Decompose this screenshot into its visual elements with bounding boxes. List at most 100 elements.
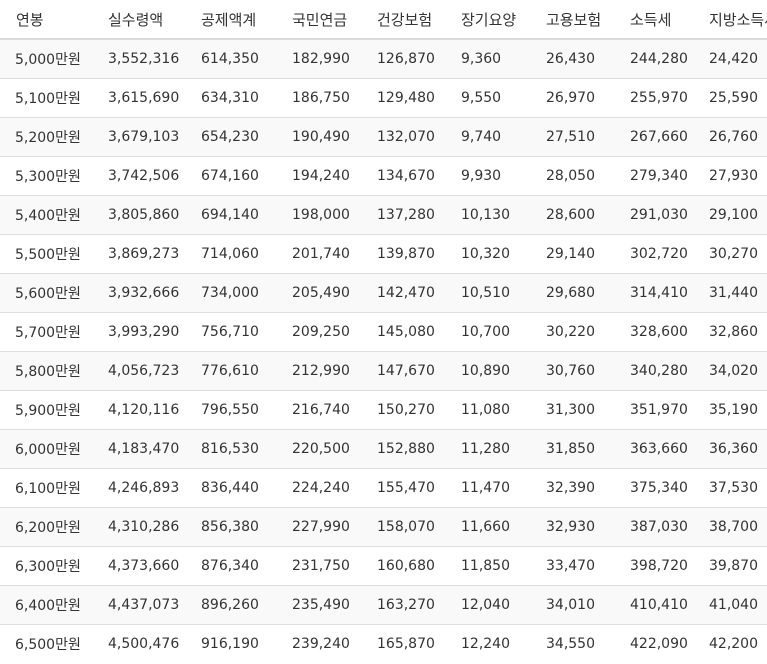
cell-health-insurance: 152,880	[366, 429, 450, 469]
cell-health-insurance: 145,080	[366, 312, 450, 352]
cell-health-insurance: 142,470	[366, 273, 450, 313]
cell-net-pay: 4,246,893	[97, 468, 190, 508]
cell-long-term-care: 9,740	[450, 117, 535, 157]
cell-employment-insurance: 29,140	[535, 234, 619, 274]
cell-national-pension: 235,490	[281, 585, 366, 625]
cell-total-deduction: 876,340	[190, 546, 281, 586]
cell-employment-insurance: 30,220	[535, 312, 619, 352]
cell-health-insurance: 150,270	[366, 390, 450, 430]
cell-income-tax: 398,720	[619, 546, 698, 586]
cell-income-tax: 328,600	[619, 312, 698, 352]
cell-local-income-tax: 32,860	[698, 312, 767, 352]
cell-salary: 6,100만원	[0, 468, 97, 508]
cell-health-insurance: 155,470	[366, 468, 450, 508]
cell-long-term-care: 12,040	[450, 585, 535, 625]
table-row: 5,500만원 3,869,273 714,060 201,740 139,870 10,…	[0, 234, 767, 274]
cell-long-term-care: 9,550	[450, 78, 535, 118]
cell-net-pay: 3,993,290	[97, 312, 190, 352]
cell-health-insurance: 158,070	[366, 507, 450, 547]
cell-net-pay: 3,805,860	[97, 195, 190, 235]
cell-total-deduction: 714,060	[190, 234, 281, 274]
cell-total-deduction: 734,000	[190, 273, 281, 313]
cell-salary: 6,500만원	[0, 624, 97, 663]
table-row: 5,000만원 3,552,316 614,350 182,990 126,870 9,3…	[0, 38, 767, 79]
cell-national-pension: 190,490	[281, 117, 366, 157]
cell-income-tax: 244,280	[619, 38, 698, 79]
table-row: 6,200만원 4,310,286 856,380 227,990 158,070 11,…	[0, 507, 767, 547]
cell-national-pension: 216,740	[281, 390, 366, 430]
cell-local-income-tax: 27,930	[698, 156, 767, 196]
cell-employment-insurance: 26,970	[535, 78, 619, 118]
cell-net-pay: 3,742,506	[97, 156, 190, 196]
cell-total-deduction: 816,530	[190, 429, 281, 469]
cell-health-insurance: 129,480	[366, 78, 450, 118]
cell-salary: 5,900만원	[0, 390, 97, 430]
cell-national-pension: 227,990	[281, 507, 366, 547]
cell-employment-insurance: 34,010	[535, 585, 619, 625]
table-row: 5,300만원 3,742,506 674,160 194,240 134,670 9,9…	[0, 156, 767, 196]
cell-local-income-tax: 31,440	[698, 273, 767, 313]
cell-income-tax: 422,090	[619, 624, 698, 663]
cell-local-income-tax: 25,590	[698, 78, 767, 118]
cell-local-income-tax: 39,870	[698, 546, 767, 586]
cell-employment-insurance: 34,550	[535, 624, 619, 663]
cell-salary: 5,000만원	[0, 38, 97, 79]
cell-income-tax: 314,410	[619, 273, 698, 313]
cell-national-pension: 205,490	[281, 273, 366, 313]
cell-health-insurance: 147,670	[366, 351, 450, 391]
cell-employment-insurance: 31,300	[535, 390, 619, 430]
column-header-income-tax: 소득세	[619, 0, 698, 40]
cell-net-pay: 4,437,073	[97, 585, 190, 625]
cell-national-pension: 224,240	[281, 468, 366, 508]
cell-long-term-care: 11,080	[450, 390, 535, 430]
cell-health-insurance: 134,670	[366, 156, 450, 196]
cell-local-income-tax: 35,190	[698, 390, 767, 430]
cell-long-term-care: 9,930	[450, 156, 535, 196]
table-row: 5,200만원 3,679,103 654,230 190,490 132,070 9,7…	[0, 117, 767, 157]
cell-total-deduction: 776,610	[190, 351, 281, 391]
cell-long-term-care: 10,510	[450, 273, 535, 313]
cell-national-pension: 186,750	[281, 78, 366, 118]
cell-income-tax: 351,970	[619, 390, 698, 430]
cell-local-income-tax: 26,760	[698, 117, 767, 157]
cell-long-term-care: 11,280	[450, 429, 535, 469]
column-header-health-insurance: 건강보험	[366, 0, 450, 40]
cell-total-deduction: 916,190	[190, 624, 281, 663]
cell-income-tax: 387,030	[619, 507, 698, 547]
cell-local-income-tax: 36,360	[698, 429, 767, 469]
cell-local-income-tax: 38,700	[698, 507, 767, 547]
cell-total-deduction: 614,350	[190, 38, 281, 79]
table-row: 6,000만원 4,183,470 816,530 220,500 152,880 11,…	[0, 429, 767, 469]
cell-salary: 6,200만원	[0, 507, 97, 547]
cell-national-pension: 209,250	[281, 312, 366, 352]
cell-net-pay: 3,932,666	[97, 273, 190, 313]
cell-health-insurance: 126,870	[366, 38, 450, 79]
table-row: 5,900만원 4,120,116 796,550 216,740 150,270 11,…	[0, 390, 767, 430]
column-header-long-term-care: 장기요양	[450, 0, 535, 40]
table-row: 6,100만원 4,246,893 836,440 224,240 155,470 11,…	[0, 468, 767, 508]
cell-health-insurance: 132,070	[366, 117, 450, 157]
header-row: 연봉실수령액공제액계국민연금건강보험장기요양고용보험소득세지방소득세	[0, 0, 767, 40]
cell-total-deduction: 634,310	[190, 78, 281, 118]
cell-salary: 5,400만원	[0, 195, 97, 235]
table-header: 연봉실수령액공제액계국민연금건강보험장기요양고용보험소득세지방소득세	[0, 0, 767, 40]
cell-employment-insurance: 28,050	[535, 156, 619, 196]
cell-income-tax: 302,720	[619, 234, 698, 274]
cell-employment-insurance: 26,430	[535, 38, 619, 79]
cell-net-pay: 4,120,116	[97, 390, 190, 430]
cell-long-term-care: 11,850	[450, 546, 535, 586]
cell-employment-insurance: 30,760	[535, 351, 619, 391]
table-row: 5,100만원 3,615,690 634,310 186,750 129,480 9,5…	[0, 78, 767, 118]
column-header-national-pension: 국민연금	[281, 0, 366, 40]
cell-salary: 6,000만원	[0, 429, 97, 469]
column-header-net-pay: 실수령액	[97, 0, 190, 40]
cell-salary: 6,300만원	[0, 546, 97, 586]
cell-employment-insurance: 29,680	[535, 273, 619, 313]
cell-local-income-tax: 42,200	[698, 624, 767, 663]
cell-total-deduction: 896,260	[190, 585, 281, 625]
cell-health-insurance: 163,270	[366, 585, 450, 625]
table-row: 6,300만원 4,373,660 876,340 231,750 160,680 11,…	[0, 546, 767, 586]
cell-employment-insurance: 32,390	[535, 468, 619, 508]
cell-income-tax: 291,030	[619, 195, 698, 235]
cell-national-pension: 212,990	[281, 351, 366, 391]
